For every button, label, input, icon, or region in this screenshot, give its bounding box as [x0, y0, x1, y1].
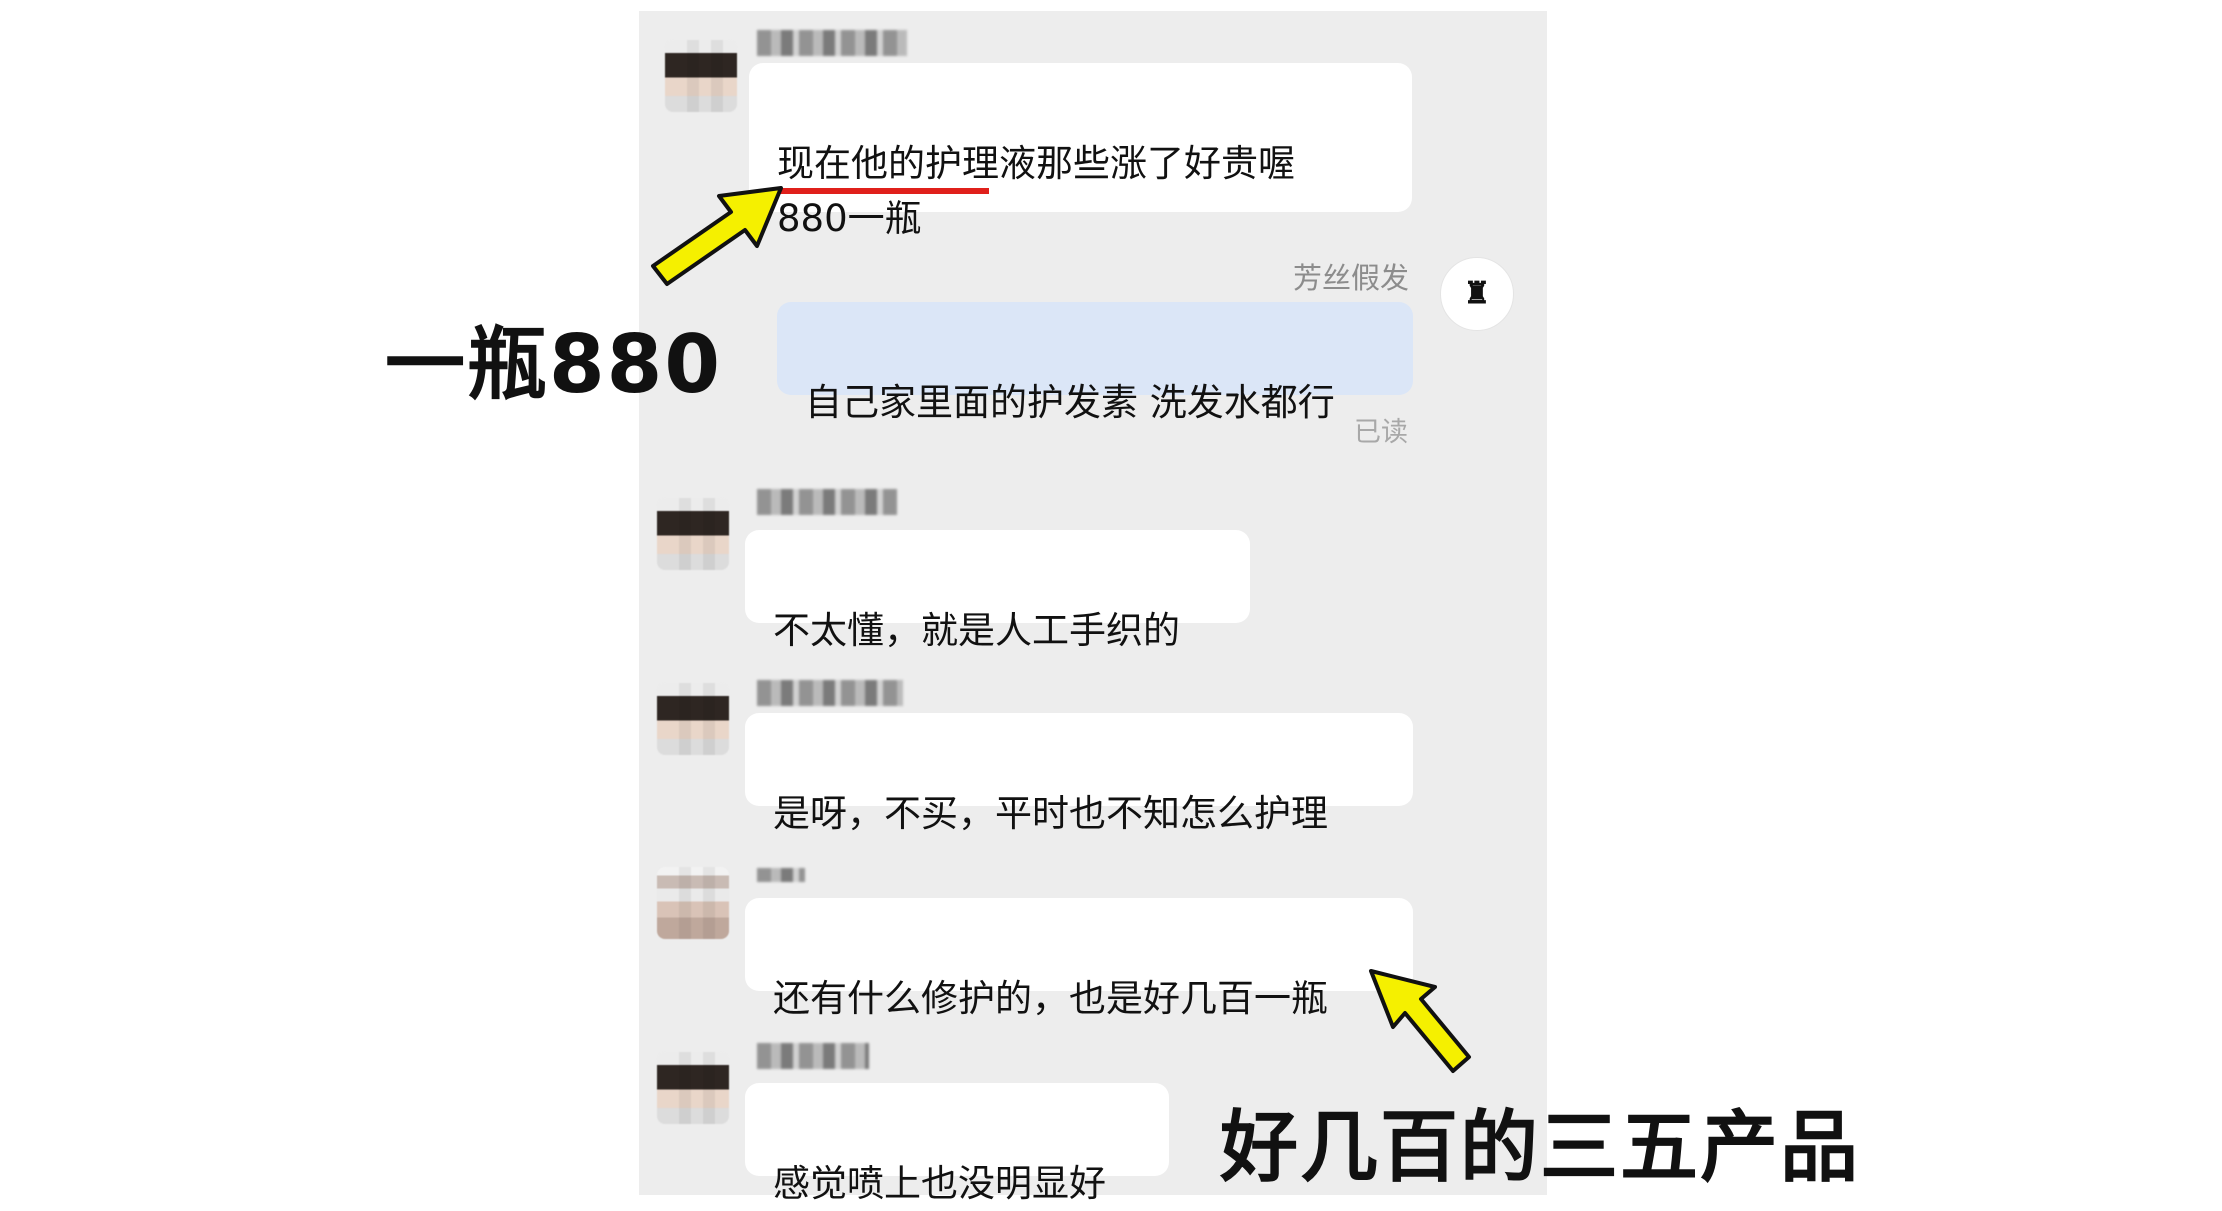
- message-text: 不太懂，就是人工手织的: [773, 609, 1180, 652]
- message-text: 感觉喷上也没明显好: [773, 1162, 1106, 1205]
- read-status: 已读: [1354, 417, 1408, 448]
- yellow-arrow-icon: [1369, 969, 1471, 1073]
- annotation-caption-left: 一瓶880: [385, 318, 722, 411]
- contact-avatar[interactable]: [657, 1052, 729, 1124]
- contact-name-blurred: [757, 680, 903, 706]
- message-bubble[interactable]: 不太懂，就是人工手织的: [745, 530, 1250, 652]
- message-text: 是呀，不买，平时也不知怎么护理: [773, 792, 1328, 835]
- highlight-underline: [778, 188, 989, 194]
- contact-name-blurred: [757, 868, 805, 882]
- shop-logo-icon[interactable]: ♜: [1440, 257, 1514, 331]
- message-bubble-self[interactable]: 自己家里面的护发素 洗发水都行: [777, 302, 1413, 424]
- sender-name: 芳丝假发: [1293, 261, 1410, 295]
- contact-avatar[interactable]: [657, 867, 729, 939]
- contact-name-blurred: [757, 489, 897, 515]
- message-text: 还有什么修护的，也是好几百一瓶: [773, 977, 1328, 1020]
- contact-avatar[interactable]: [665, 40, 737, 112]
- message-bubble[interactable]: 感觉喷上也没明显好: [745, 1083, 1169, 1205]
- message-text: 自己家里面的护发素 洗发水都行: [805, 381, 1335, 424]
- contact-avatar[interactable]: [657, 498, 729, 570]
- contact-name-blurred: [757, 1043, 869, 1069]
- message-bubble[interactable]: 是呀，不买，平时也不知怎么护理: [745, 713, 1413, 835]
- annotation-caption-bottom: 好几百的三五产品: [1220, 1103, 1861, 1193]
- yellow-arrow-icon: [651, 186, 783, 286]
- contact-name-blurred: [757, 30, 907, 56]
- contact-avatar[interactable]: [657, 683, 729, 755]
- message-bubble[interactable]: 还有什么修护的，也是好几百一瓶: [745, 898, 1413, 1020]
